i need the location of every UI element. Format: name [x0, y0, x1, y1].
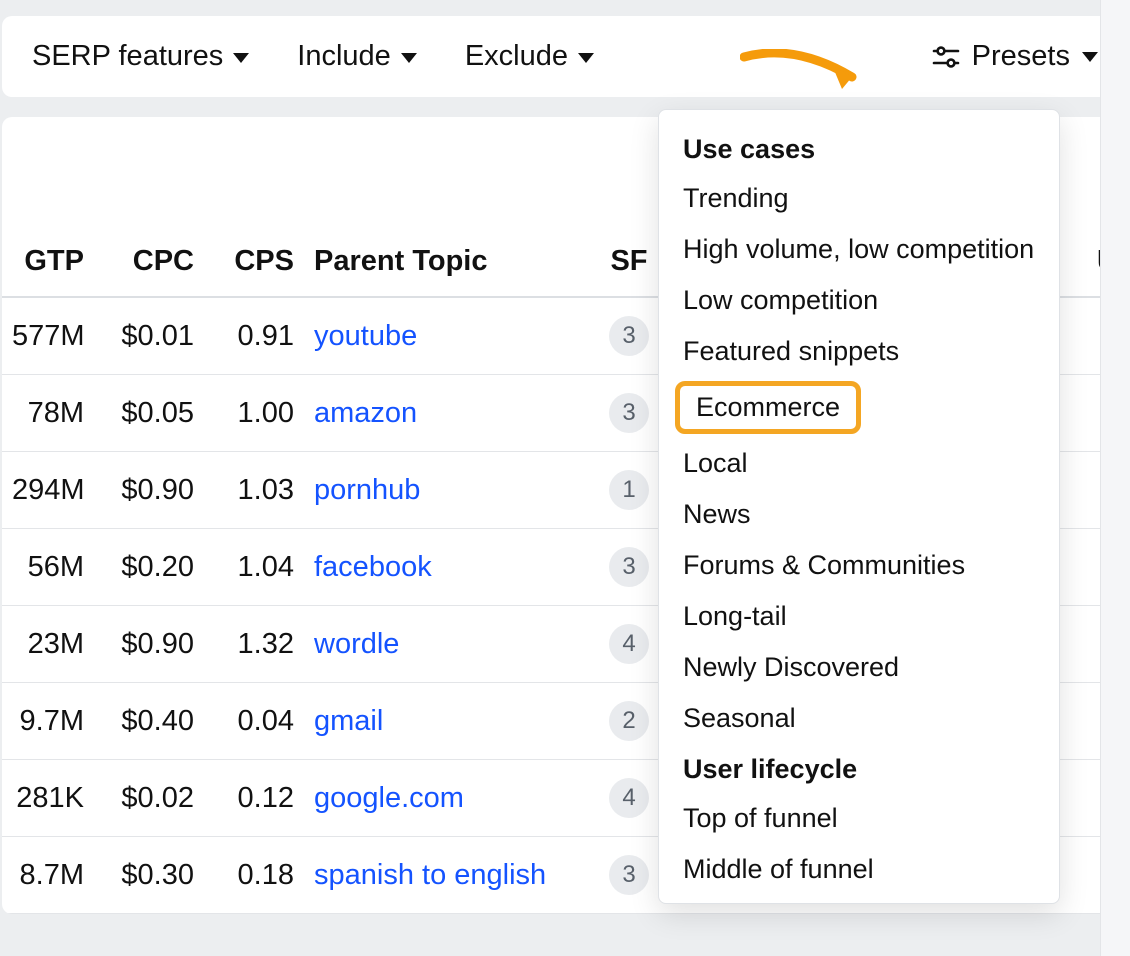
preset-option[interactable]: Top of funnel [659, 793, 1059, 844]
cell-cps: 0.04 [204, 683, 304, 760]
preset-option[interactable]: Ecommerce [675, 381, 861, 434]
col-cpc[interactable]: CPC [94, 227, 204, 297]
cell-cpc: $0.02 [94, 760, 204, 837]
cell-parent-topic[interactable]: amazon [304, 375, 584, 452]
preset-option[interactable]: Low competition [659, 275, 1059, 326]
dropdown-heading-user-lifecycle: User lifecycle [659, 744, 1059, 793]
col-parent[interactable]: Parent Topic [304, 227, 584, 297]
cell-cpc: $0.01 [94, 297, 204, 375]
cell-parent-topic[interactable]: youtube [304, 297, 584, 375]
preset-option[interactable]: News [659, 489, 1059, 540]
preset-option[interactable]: Local [659, 438, 1059, 489]
cell-gtp: 23M [2, 606, 94, 683]
dropdown-heading-use-cases: Use cases [659, 124, 1059, 173]
cell-cps: 0.12 [204, 760, 304, 837]
annotation-arrow-icon [740, 49, 870, 101]
include-filter[interactable]: Include [297, 40, 417, 73]
preset-option[interactable]: Newly Discovered [659, 642, 1059, 693]
cell-gtp: 78M [2, 375, 94, 452]
cell-parent-topic[interactable]: spanish to english [304, 837, 584, 914]
filter-bar: SERP features Include Exclude Presets [2, 16, 1128, 97]
cell-cps: 1.32 [204, 606, 304, 683]
cell-cps: 0.91 [204, 297, 304, 375]
col-gtp[interactable]: GTP [2, 227, 94, 297]
preset-option[interactable]: Long-tail [659, 591, 1059, 642]
exclude-filter[interactable]: Exclude [465, 40, 594, 73]
cell-cpc: $0.30 [94, 837, 204, 914]
cell-cpc: $0.90 [94, 606, 204, 683]
cell-parent-topic[interactable]: gmail [304, 683, 584, 760]
cell-gtp: 56M [2, 529, 94, 606]
cell-parent-topic[interactable]: facebook [304, 529, 584, 606]
cell-parent-topic[interactable]: pornhub [304, 452, 584, 529]
cell-gtp: 9.7M [2, 683, 94, 760]
presets-dropdown: Use cases TrendingHigh volume, low compe… [658, 109, 1060, 904]
cell-cpc: $0.90 [94, 452, 204, 529]
serp-features-filter[interactable]: SERP features [32, 40, 249, 73]
filter-label: SERP features [32, 40, 223, 73]
cell-cps: 1.04 [204, 529, 304, 606]
chevron-down-icon [578, 53, 594, 63]
cell-gtp: 8.7M [2, 837, 94, 914]
preset-option[interactable]: Middle of funnel [659, 844, 1059, 895]
sliders-icon [932, 45, 960, 69]
col-cps[interactable]: CPS [204, 227, 304, 297]
preset-option[interactable]: Seasonal [659, 693, 1059, 744]
chevron-down-icon [233, 53, 249, 63]
cell-parent-topic[interactable]: wordle [304, 606, 584, 683]
cell-parent-topic[interactable]: google.com [304, 760, 584, 837]
presets-label: Presets [972, 40, 1070, 73]
preset-option[interactable]: Trending [659, 173, 1059, 224]
cell-gtp: 577M [2, 297, 94, 375]
preset-option[interactable]: High volume, low competition [659, 224, 1059, 275]
cell-cpc: $0.40 [94, 683, 204, 760]
preset-option[interactable]: Featured snippets [659, 326, 1059, 377]
preset-option[interactable]: Forums & Communities [659, 540, 1059, 591]
chevron-down-icon [401, 53, 417, 63]
cell-cps: 1.03 [204, 452, 304, 529]
cell-cps: 1.00 [204, 375, 304, 452]
scrollbar-track[interactable] [1100, 0, 1130, 956]
cell-cpc: $0.05 [94, 375, 204, 452]
cell-gtp: 281K [2, 760, 94, 837]
chevron-down-icon [1082, 52, 1098, 62]
presets-button[interactable]: Presets [932, 40, 1098, 73]
cell-gtp: 294M [2, 452, 94, 529]
cell-cps: 0.18 [204, 837, 304, 914]
cell-cpc: $0.20 [94, 529, 204, 606]
filter-label: Include [297, 40, 391, 73]
filter-label: Exclude [465, 40, 568, 73]
